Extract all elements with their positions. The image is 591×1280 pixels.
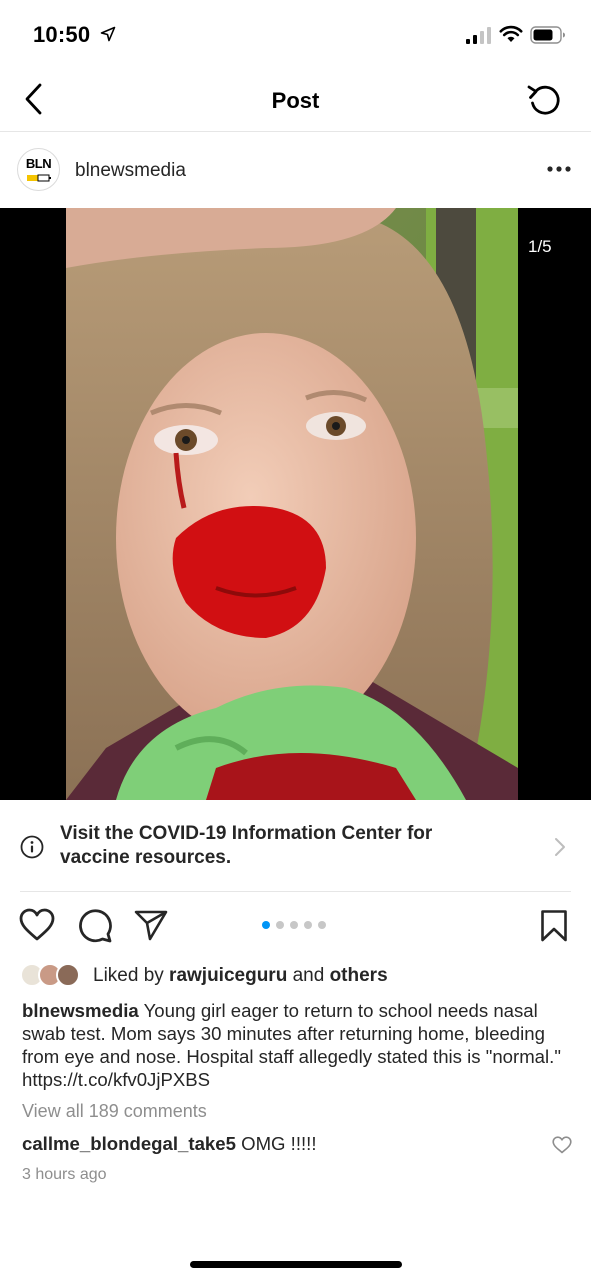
battery-icon <box>530 26 565 44</box>
comment-item: callme_blondegal_take5 OMG !!!!! <box>22 1133 577 1159</box>
view-all-comments-link[interactable]: View all 189 comments <box>22 1101 207 1122</box>
post-caption: blnewsmedia Young girl eager to return t… <box>22 999 577 1091</box>
likes-others[interactable]: others <box>330 965 388 986</box>
bookmark-icon[interactable] <box>540 909 568 943</box>
carousel-dot <box>318 921 326 929</box>
refresh-icon[interactable] <box>526 82 564 118</box>
likes-row[interactable]: Liked by rawjuiceguru and others <box>20 962 580 990</box>
carousel-dot <box>276 921 284 929</box>
status-time: 10:50 <box>33 22 91 47</box>
comment-heart-icon[interactable] <box>552 1136 572 1154</box>
carousel-dot <box>304 921 312 929</box>
info-icon <box>20 835 44 859</box>
post-media[interactable]: 1/5 <box>0 208 591 800</box>
avatar[interactable]: BLN <box>17 148 60 191</box>
comment-text: OMG !!!!! <box>235 1133 317 1154</box>
divider <box>20 891 571 892</box>
location-arrow-icon <box>100 26 116 42</box>
post-username[interactable]: blnewsmedia <box>75 160 186 182</box>
post-actions <box>0 900 591 955</box>
carousel-dot <box>290 921 298 929</box>
comment-icon[interactable] <box>78 908 112 944</box>
cellular-signal-icon <box>466 27 491 44</box>
post-header: BLN blnewsmedia <box>0 133 591 208</box>
liker-username[interactable]: rawjuiceguru <box>169 965 287 986</box>
covid-info-banner[interactable]: Visit the COVID-19 Information Center fo… <box>0 800 591 892</box>
caption-username[interactable]: blnewsmedia <box>22 1000 139 1021</box>
nav-bar: Post <box>0 70 591 132</box>
heart-icon[interactable] <box>19 908 55 942</box>
share-icon[interactable] <box>134 909 168 941</box>
chevron-right-icon <box>555 838 565 856</box>
more-options-icon[interactable] <box>546 162 572 176</box>
comment-username[interactable]: callme_blondegal_take5 <box>22 1133 236 1154</box>
liker-avatar <box>56 963 80 987</box>
likes-text: Liked by rawjuiceguru and others <box>93 965 388 986</box>
covid-banner-text: Visit the COVID-19 Information Center fo… <box>60 823 433 868</box>
wifi-icon <box>499 25 523 42</box>
carousel-indicator <box>262 921 326 929</box>
status-bar: 10:50 <box>0 0 591 70</box>
logo-badge-icon <box>27 174 51 182</box>
post-photo <box>66 208 518 800</box>
page-title: Post <box>271 88 320 113</box>
avatar-logo-text: BLN <box>25 156 52 171</box>
image-counter: 1/5 <box>528 237 552 256</box>
home-indicator[interactable] <box>190 1261 402 1268</box>
post-timestamp: 3 hours ago <box>22 1166 107 1183</box>
carousel-dot-active <box>262 921 270 929</box>
liker-avatars <box>20 962 88 990</box>
